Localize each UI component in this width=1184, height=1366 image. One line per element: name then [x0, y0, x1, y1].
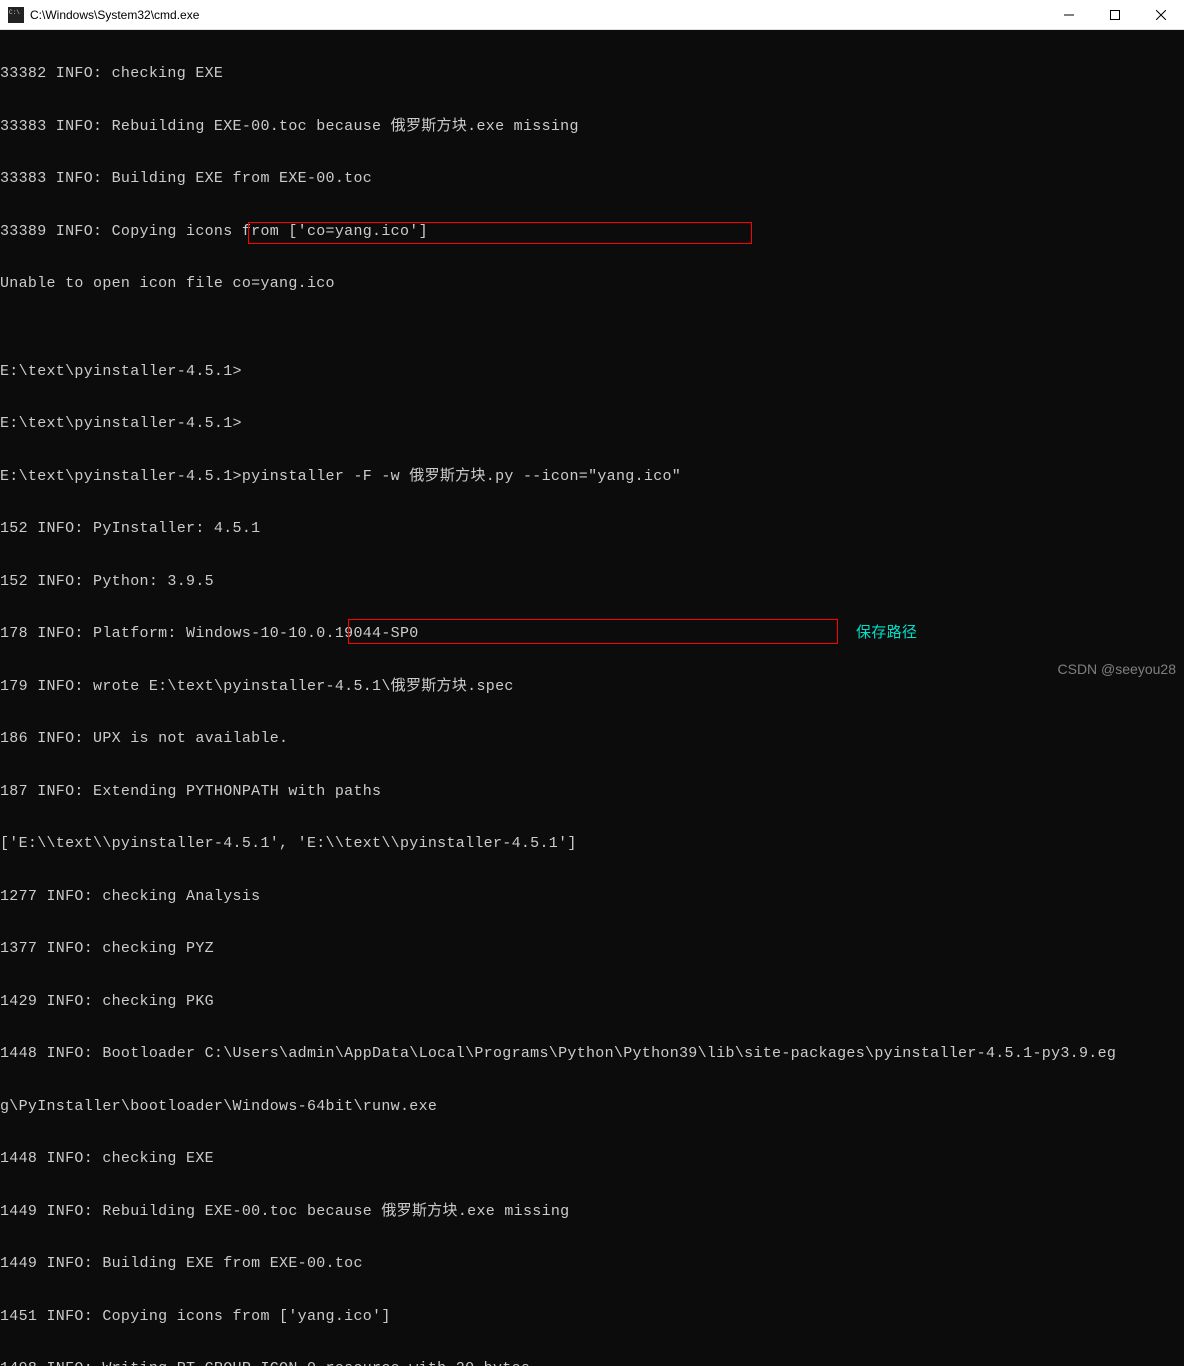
output-line: 33383 INFO: Rebuilding EXE-00.toc becaus… — [0, 118, 1184, 136]
output-line: 1277 INFO: checking Analysis — [0, 888, 1184, 906]
output-line: 152 INFO: PyInstaller: 4.5.1 — [0, 520, 1184, 538]
output-line: 1448 INFO: Bootloader C:\Users\admin\App… — [0, 1045, 1184, 1063]
output-line: 186 INFO: UPX is not available. — [0, 730, 1184, 748]
output-line: Unable to open icon file co=yang.ico — [0, 275, 1184, 293]
output-line: 1377 INFO: checking PYZ — [0, 940, 1184, 958]
watermark: CSDN @seeyou28 — [1058, 661, 1177, 677]
output-line: 33382 INFO: checking EXE — [0, 65, 1184, 83]
output-line: 178 INFO: Platform: Windows-10-10.0.1904… — [0, 625, 1184, 643]
output-line: 1429 INFO: checking PKG — [0, 993, 1184, 1011]
prompt-line: E:\text\pyinstaller-4.5.1> — [0, 415, 1184, 433]
output-line: 33389 INFO: Copying icons from ['co=yang… — [0, 223, 1184, 241]
output-line: 1498 INFO: Writing RT_GROUP_ICON 0 resou… — [0, 1360, 1184, 1366]
annotation-save-path: 保存路径 — [856, 624, 917, 642]
output-line: 33383 INFO: Building EXE from EXE-00.toc — [0, 170, 1184, 188]
window-title: C:\Windows\System32\cmd.exe — [30, 8, 1046, 22]
output-line: 179 INFO: wrote E:\text\pyinstaller-4.5.… — [0, 678, 1184, 696]
output-line: 152 INFO: Python: 3.9.5 — [0, 573, 1184, 591]
prompt-line: E:\text\pyinstaller-4.5.1> — [0, 363, 1184, 381]
output-line: 1448 INFO: checking EXE — [0, 1150, 1184, 1168]
minimize-button[interactable] — [1046, 0, 1092, 29]
cmd-icon — [8, 7, 24, 23]
output-line: 1449 INFO: Rebuilding EXE-00.toc because… — [0, 1203, 1184, 1221]
close-button[interactable] — [1138, 0, 1184, 29]
output-line: 1449 INFO: Building EXE from EXE-00.toc — [0, 1255, 1184, 1273]
output-line: 187 INFO: Extending PYTHONPATH with path… — [0, 783, 1184, 801]
terminal-output[interactable]: 33382 INFO: checking EXE 33383 INFO: Reb… — [0, 30, 1184, 1366]
output-line: 1451 INFO: Copying icons from ['yang.ico… — [0, 1308, 1184, 1326]
command-line: E:\text\pyinstaller-4.5.1>pyinstaller -F… — [0, 468, 1184, 486]
output-line: g\PyInstaller\bootloader\Windows-64bit\r… — [0, 1098, 1184, 1116]
window-titlebar: C:\Windows\System32\cmd.exe — [0, 0, 1184, 30]
maximize-button[interactable] — [1092, 0, 1138, 29]
window-controls — [1046, 0, 1184, 29]
output-line: ['E:\\text\\pyinstaller-4.5.1', 'E:\\tex… — [0, 835, 1184, 853]
